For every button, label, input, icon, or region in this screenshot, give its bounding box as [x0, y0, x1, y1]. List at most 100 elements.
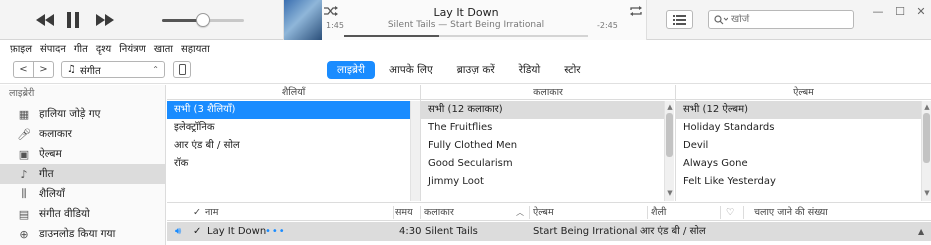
menu-view[interactable]: दृश्य [96, 41, 111, 55]
player-toolbar: 1:45 Lay It Down Silent Tails — Start Be… [0, 0, 931, 40]
scroll-down-icon[interactable]: ▼ [923, 189, 931, 197]
list-item[interactable]: आर एंड बी / सोल [167, 137, 410, 155]
sidebar-item-music-videos[interactable]: ▤ संगीत वीडियो [0, 204, 165, 224]
now-playing-subtitle: Silent Tails — Start Being Irrational [387, 20, 545, 30]
section-tabs: लाइब्रेरी आपके लिए ब्राउज़ करें रेडियो स… [327, 61, 595, 79]
list-item[interactable]: रॉक [167, 155, 410, 173]
list-item[interactable]: Good Secularism [421, 155, 664, 173]
forward-button[interactable]: > [34, 62, 53, 77]
menu-song[interactable]: गीत [74, 41, 88, 55]
sidebar-item-recently-added[interactable]: ▦ हालिया जोड़े गए [0, 104, 165, 124]
artists-column-header[interactable]: कलाकार [421, 85, 675, 100]
minimize-icon: — [872, 4, 884, 18]
list-item[interactable]: The Fruitflies [421, 119, 664, 137]
sidebar-title: लाइब्रेरी [9, 88, 35, 99]
list-icon [673, 14, 686, 25]
playback-progress[interactable] [344, 35, 588, 37]
albums-scrollbar[interactable]: ▲ ▼ [921, 101, 931, 201]
menu-edit[interactable]: संपादन [40, 41, 66, 55]
tab-library[interactable]: लाइब्रेरी [327, 61, 376, 79]
fast-forward-button[interactable] [94, 9, 116, 31]
tab-radio[interactable]: रेडियो [509, 61, 550, 79]
navigation-bar: < > ♫ संगीत ⌃ लाइब्रेरी आपके लिए ब्राउज़… [0, 56, 931, 84]
heart-icon[interactable]: ♡ [726, 203, 735, 222]
sidebar-item-label: ऐल्बम [39, 148, 62, 160]
remaining-time: -2:45 [597, 21, 618, 30]
close-button[interactable]: ✕ [914, 4, 928, 18]
genres-column-header[interactable]: शैलियाँ [167, 85, 420, 100]
phone-icon [178, 64, 186, 75]
scroll-thumb[interactable] [666, 113, 673, 157]
column-header-album[interactable]: ऐल्बम [533, 203, 554, 222]
genres-scrollbar[interactable] [410, 101, 420, 201]
menu-controls[interactable]: नियंत्रण [119, 41, 146, 55]
sidebar: लाइब्रेरी ▦ हालिया जोड़े गए 🎤︎ कलाकार ▣ … [0, 85, 166, 245]
scroll-up-icon[interactable]: ▲ [918, 222, 924, 241]
sidebar-item-downloaded[interactable]: ⊕ डाउनलोड किया गया [0, 224, 165, 244]
song-checkbox[interactable]: ✓ [193, 222, 201, 241]
menu-file[interactable]: फ़ाइल [10, 41, 32, 55]
list-item[interactable]: Fully Clothed Men [421, 137, 664, 155]
column-header-time[interactable]: समय [395, 203, 413, 222]
search-field[interactable] [708, 10, 854, 29]
column-header-genre[interactable]: शैली [651, 203, 666, 222]
column-header-check[interactable]: ✓ [193, 203, 201, 222]
sidebar-item-albums[interactable]: ▣ ऐल्बम [0, 144, 165, 164]
list-item[interactable]: सभी (3 शैलियाँ) [167, 101, 410, 119]
table-row[interactable]: 🔊︎ ✓ Lay It Down ••• 4:30 Silent Tails S… [167, 222, 931, 241]
scroll-thumb[interactable] [923, 113, 930, 163]
tab-for-you[interactable]: आपके लिए [379, 61, 443, 79]
list-item[interactable]: Felt Like Yesterday [676, 173, 921, 191]
device-button[interactable] [173, 61, 191, 78]
minimize-button[interactable]: — [871, 4, 885, 18]
column-divider [647, 206, 648, 219]
list-item[interactable]: सभी (12 कलाकार) [421, 101, 664, 119]
sidebar-item-songs[interactable]: ♪ गीत [0, 164, 165, 184]
now-playing-display: 1:45 Lay It Down Silent Tails — Start Be… [283, 0, 647, 40]
list-item[interactable]: सभी (12 ऐल्बम) [676, 101, 921, 119]
sidebar-item-label: संगीत वीडियो [39, 208, 90, 220]
genres-icon: ⫼ [21, 187, 27, 200]
music-note-icon: ♫ [67, 64, 76, 75]
column-divider [420, 206, 421, 219]
scroll-down-icon[interactable]: ▼ [666, 189, 674, 197]
pause-button[interactable] [64, 9, 82, 31]
menu-bar: फ़ाइल संपादन गीत दृश्य नियंत्रण खाता सहा… [0, 40, 931, 56]
search-input[interactable] [731, 14, 841, 25]
column-header-plays[interactable]: चलाए जाने की संख्या [754, 203, 828, 222]
column-header-artist[interactable]: कलाकार [424, 203, 454, 222]
menu-help[interactable]: सहायता [181, 41, 210, 55]
list-item[interactable]: Devil [676, 137, 921, 155]
media-type-select[interactable]: ♫ संगीत ⌃ [61, 61, 165, 78]
back-button[interactable]: < [14, 62, 34, 77]
scroll-up-icon[interactable]: ▲ [923, 103, 931, 111]
volume-knob[interactable] [196, 13, 210, 27]
repeat-icon[interactable] [629, 5, 643, 20]
tab-browse[interactable]: ब्राउज़ करें [447, 61, 505, 79]
rewind-button[interactable] [34, 9, 56, 31]
maximize-button[interactable]: ☐ [893, 4, 907, 18]
column-divider [529, 206, 530, 219]
download-icon: ⊕ [19, 227, 29, 241]
sidebar-item-artists[interactable]: 🎤︎ कलाकार [0, 124, 165, 144]
more-options-button[interactable]: ••• [265, 222, 286, 241]
albums-column-header[interactable]: ऐल्बम [676, 85, 931, 100]
list-item[interactable]: इलेक्ट्रॉनिक [167, 119, 410, 137]
list-item[interactable]: Holiday Standards [676, 119, 921, 137]
column-header-name[interactable]: नाम [205, 203, 218, 222]
chevron-left-icon: < [19, 64, 28, 75]
list-item[interactable]: Jimmy Loot [421, 173, 664, 191]
history-buttons: < > [13, 61, 54, 78]
scroll-up-icon[interactable]: ▲ [666, 103, 674, 111]
list-item[interactable]: Always Gone [676, 155, 921, 173]
media-type-label: संगीत [79, 65, 101, 77]
rewind-icon [36, 14, 54, 26]
grid-icon: ▦ [18, 107, 30, 121]
column-divider [720, 206, 721, 219]
up-next-button[interactable] [666, 10, 693, 29]
artists-scrollbar[interactable]: ▲ ▼ [664, 101, 674, 201]
song-time: 4:30 [399, 226, 422, 237]
tab-store[interactable]: स्टोर [554, 61, 590, 79]
sidebar-item-genres[interactable]: ⫼ शैलियाँ [0, 184, 165, 204]
menu-account[interactable]: खाता [154, 41, 173, 55]
